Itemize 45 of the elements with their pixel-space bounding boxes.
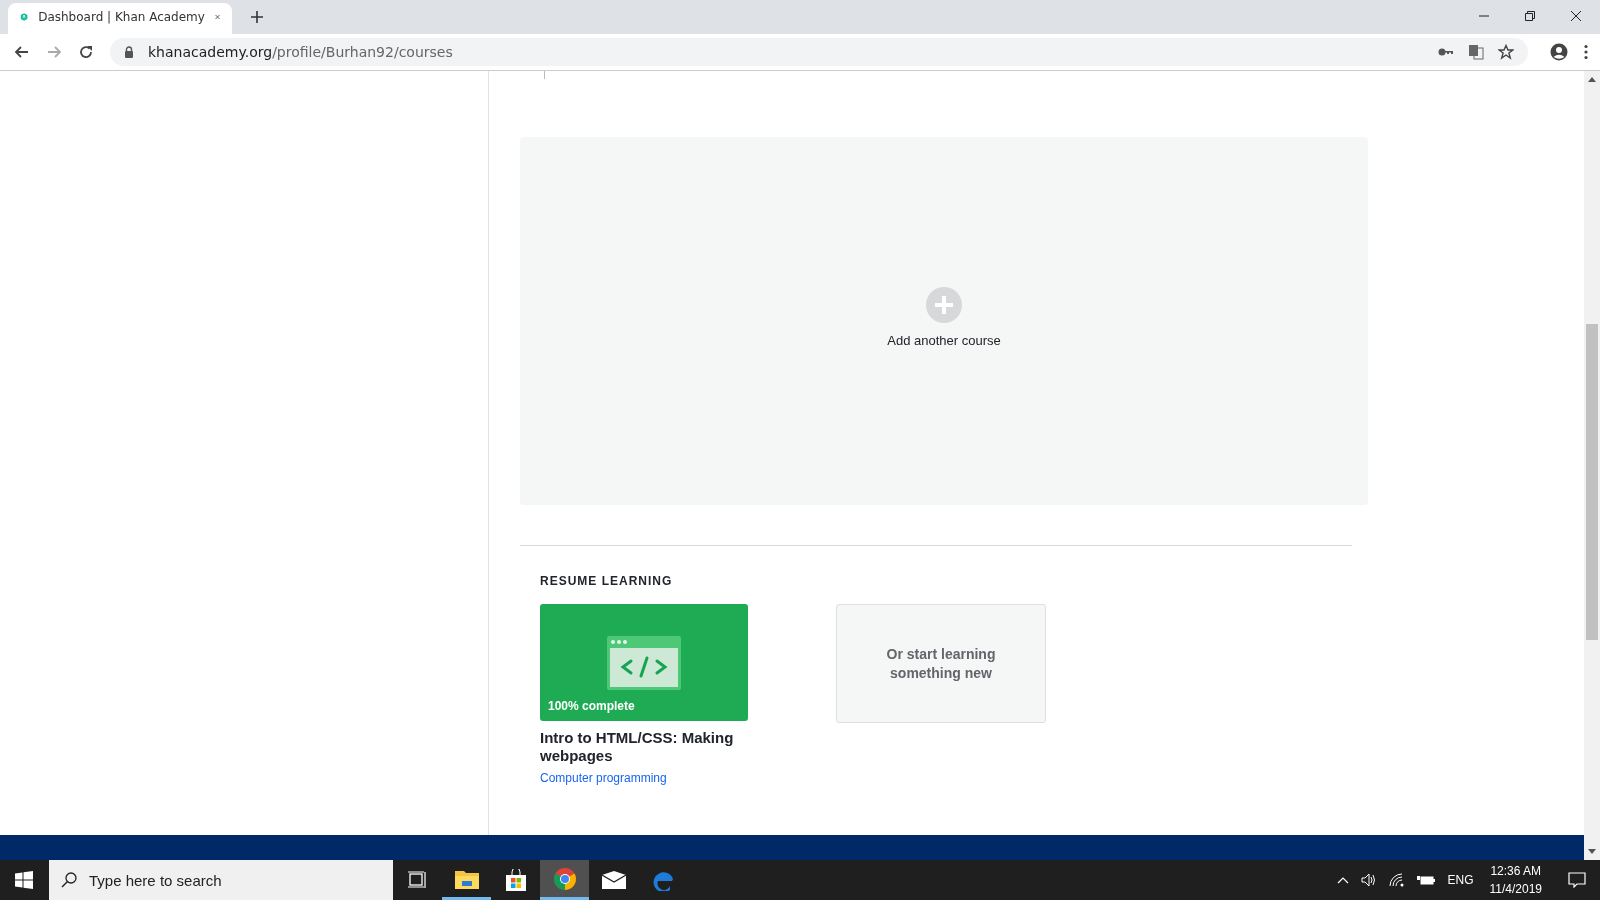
plus-icon bbox=[926, 286, 962, 323]
address-field[interactable]: khanacademy.org/profile/Burhan92/courses bbox=[110, 38, 1528, 66]
tab-title: Dashboard | Khan Academy bbox=[38, 9, 205, 24]
progress-label: 100% complete bbox=[548, 699, 635, 713]
scrollbar[interactable] bbox=[1584, 71, 1600, 860]
start-new-card[interactable]: Or start learning something new bbox=[836, 604, 1046, 723]
notification-icon[interactable] bbox=[1568, 872, 1586, 888]
mail-icon bbox=[601, 871, 626, 889]
battery-icon[interactable] bbox=[1417, 874, 1436, 886]
url-text: khanacademy.org/profile/Burhan92/courses bbox=[148, 44, 453, 60]
add-course-panel[interactable]: Add another course bbox=[520, 137, 1368, 505]
close-icon[interactable] bbox=[1570, 10, 1582, 22]
star-icon[interactable] bbox=[1498, 44, 1514, 60]
windows-start-icon[interactable] bbox=[15, 871, 33, 889]
code-window-icon bbox=[607, 636, 681, 690]
taskbar-search-field[interactable]: Type here to search bbox=[49, 860, 393, 900]
wifi-icon[interactable] bbox=[1389, 873, 1406, 887]
subject-link[interactable]: Computer programming bbox=[540, 771, 752, 785]
chevron-up-icon[interactable] bbox=[1337, 876, 1350, 884]
search-icon bbox=[61, 872, 77, 888]
browser-tab[interactable]: Dashboard | Khan Academy bbox=[8, 3, 232, 34]
language-indicator[interactable]: ENG bbox=[1447, 873, 1474, 887]
clock-time[interactable]: 12:36 AM bbox=[1490, 862, 1542, 880]
restore-icon[interactable] bbox=[1524, 10, 1536, 22]
lock-icon bbox=[124, 46, 134, 58]
speaker-icon[interactable] bbox=[1361, 873, 1378, 887]
add-course-label: Add another course bbox=[887, 332, 1001, 348]
scroll-up-icon[interactable] bbox=[1588, 77, 1596, 82]
scroll-down-icon[interactable] bbox=[1588, 849, 1596, 854]
key-icon[interactable] bbox=[1438, 47, 1454, 57]
account-icon[interactable] bbox=[1550, 43, 1568, 61]
new-tab-icon[interactable] bbox=[250, 10, 264, 24]
task-view-icon bbox=[407, 871, 428, 889]
back-icon[interactable] bbox=[14, 44, 30, 60]
menu-icon[interactable] bbox=[1584, 44, 1588, 60]
course-title[interactable]: Intro to HTML/CSS: Making webpages bbox=[540, 729, 752, 765]
folder-icon bbox=[454, 868, 479, 889]
shopping-bag-icon bbox=[504, 869, 527, 891]
section-heading: RESUME LEARNING bbox=[540, 574, 674, 588]
clock-date[interactable]: 11/4/2019 bbox=[1489, 880, 1542, 898]
browser-icon bbox=[552, 866, 577, 891]
translate-icon[interactable] bbox=[1468, 44, 1484, 60]
reload-icon[interactable] bbox=[78, 44, 94, 60]
edge-browser-icon bbox=[651, 869, 674, 891]
chrome-taskbar-button[interactable] bbox=[540, 860, 589, 900]
